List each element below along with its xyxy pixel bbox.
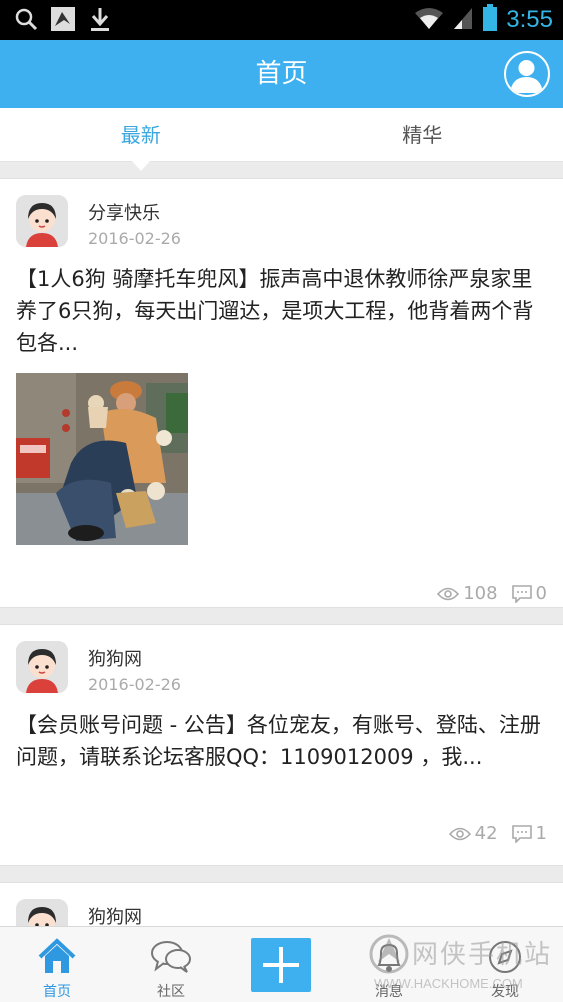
compass-icon — [489, 941, 521, 973]
comment-icon — [511, 824, 532, 843]
nav-community[interactable]: 社区 — [126, 927, 216, 1002]
post-author[interactable]: 分享快乐 — [88, 199, 160, 225]
post-date: 2016-02-26 — [88, 229, 181, 248]
comment-count-value: 1 — [535, 823, 547, 844]
nav-discover[interactable]: 发现 — [460, 927, 550, 1002]
app-header: 首页 — [0, 40, 563, 108]
bottom-navigation: 首页 社区 消息 发现 — [0, 926, 563, 1002]
nav-home[interactable]: 首页 — [12, 927, 102, 1002]
home-icon — [38, 938, 76, 973]
post-text[interactable]: 【会员账号问题 - 公告】各位宠友，有账号、登陆、注册问题，请联系论坛客服QQ：… — [16, 709, 551, 773]
tab-latest[interactable]: 最新 — [0, 108, 282, 171]
chat-bubbles-icon — [151, 941, 191, 973]
battery-icon — [482, 4, 498, 36]
author-avatar[interactable] — [16, 195, 68, 247]
post-card[interactable]: 分享快乐 2016-02-26 【1人6狗 骑摩托车兜风】振声高中退休教师徐严泉… — [0, 178, 563, 608]
comment-count[interactable]: 1 — [511, 823, 547, 844]
nav-messages-label: 消息 — [375, 984, 403, 1000]
comment-count[interactable]: 0 — [511, 583, 547, 604]
wifi-icon — [414, 6, 444, 34]
comment-icon — [511, 584, 532, 603]
eye-icon — [437, 587, 460, 600]
search-icon — [14, 7, 38, 35]
create-post-button[interactable] — [251, 938, 311, 992]
nav-community-label: 社区 — [157, 984, 185, 1000]
app-notification-icon — [50, 6, 76, 36]
eye-icon — [448, 827, 471, 840]
post-text[interactable]: 【1人6狗 骑摩托车兜风】振声高中退休教师徐严泉家里养了6只狗，每天出门遛达，是… — [16, 263, 551, 359]
clock: 3:55 — [506, 6, 553, 33]
bell-icon — [377, 943, 401, 972]
nav-home-label: 首页 — [43, 984, 71, 1000]
tab-featured[interactable]: 精华 — [282, 108, 563, 161]
post-date: 2016-02-26 — [88, 675, 181, 694]
active-tab-indicator — [131, 161, 150, 171]
nav-messages[interactable]: 消息 — [344, 927, 434, 1002]
post-author[interactable]: 狗狗网 — [88, 645, 142, 671]
user-profile-button[interactable] — [504, 51, 550, 97]
comment-count-value: 0 — [535, 583, 547, 604]
view-count: 42 — [448, 823, 498, 844]
status-bar: 3:55 — [0, 0, 563, 40]
plus-icon — [263, 947, 299, 983]
page-title: 首页 — [255, 59, 308, 89]
post-stats: 42 1 — [448, 823, 547, 844]
view-count-value: 108 — [463, 583, 498, 604]
post-image[interactable] — [16, 373, 188, 545]
tab-latest-label: 最新 — [120, 123, 161, 147]
signal-icon — [452, 6, 474, 34]
nav-discover-label: 发现 — [491, 984, 519, 1000]
post-stats: 108 0 — [437, 583, 547, 604]
user-icon — [510, 60, 543, 93]
feed-tabs: 最新 精华 — [0, 108, 563, 171]
post-card[interactable]: 狗狗网 2016-02-26 【会员账号问题 - 公告】各位宠友，有账号、登陆、… — [0, 624, 563, 866]
view-count: 108 — [437, 583, 498, 604]
download-icon — [88, 6, 112, 36]
view-count-value: 42 — [474, 823, 498, 844]
author-avatar[interactable] — [16, 641, 68, 693]
tab-featured-label: 精华 — [402, 123, 443, 147]
